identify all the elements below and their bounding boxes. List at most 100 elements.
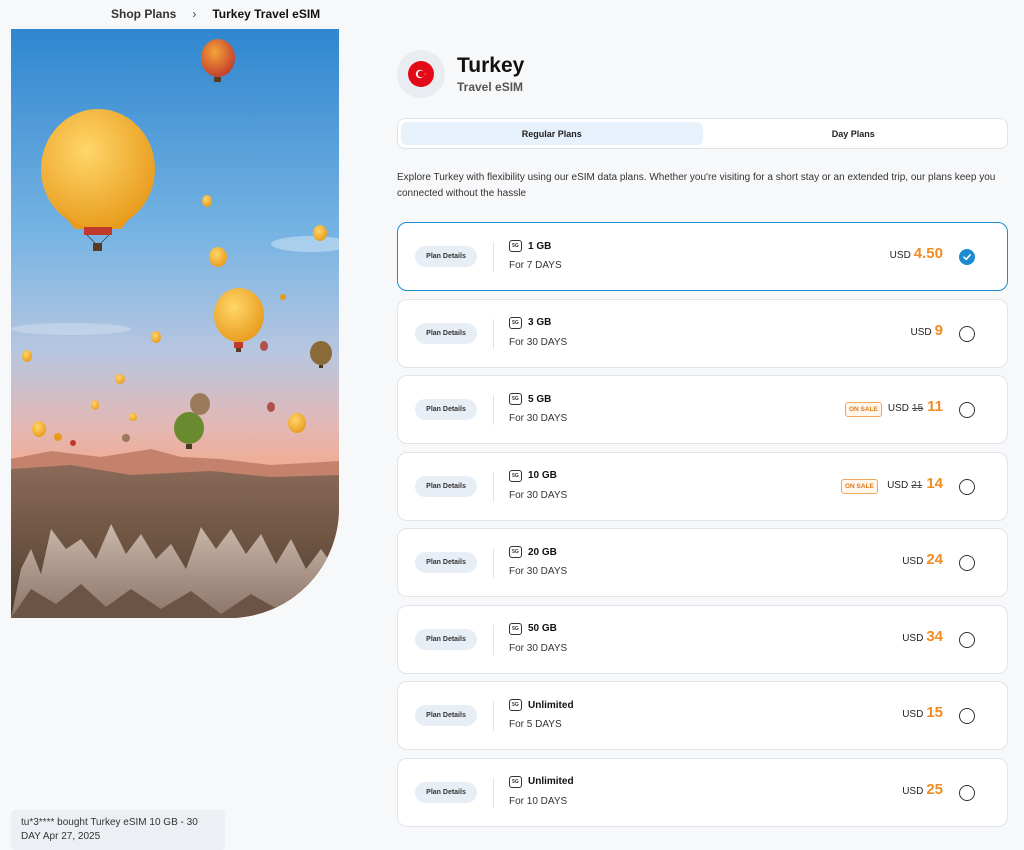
divider bbox=[493, 777, 494, 808]
page-title: Turkey bbox=[457, 54, 525, 77]
price-original: 15 bbox=[912, 403, 924, 414]
plan-duration: For 5 DAYS bbox=[509, 719, 562, 730]
plan-option[interactable]: Plan Details 5G 20 GB For 30 DAYS USD 24 bbox=[397, 528, 1008, 597]
plan-type-tabs: Regular Plans Day Plans bbox=[397, 118, 1008, 149]
plan-data-amount: 50 GB bbox=[528, 623, 557, 634]
price-amount: 4.50 bbox=[913, 245, 943, 262]
price-currency: USD bbox=[902, 556, 924, 567]
5g-icon: 5G bbox=[509, 393, 522, 405]
5g-icon: 5G bbox=[509, 469, 522, 482]
plan-header: Turkey Travel eSIM bbox=[397, 50, 524, 98]
plan-option[interactable]: Plan Details 5G 1 GB For 7 DAYS USD 4.50 bbox=[397, 222, 1008, 291]
price-currency: USD bbox=[889, 250, 911, 261]
plan-duration: For 30 DAYS bbox=[509, 566, 568, 577]
plan-radio[interactable] bbox=[959, 478, 975, 495]
plan-data-amount: Unlimited bbox=[528, 776, 574, 787]
plan-option[interactable]: Plan Details 5G Unlimited For 10 DAYS USD… bbox=[397, 757, 1008, 827]
plan-option[interactable]: Plan Details 5G 50 GB For 30 DAYS USD 34 bbox=[397, 604, 1008, 674]
plan-radio[interactable] bbox=[959, 325, 975, 342]
plan-radio[interactable] bbox=[959, 631, 975, 648]
5g-icon: 5G bbox=[509, 240, 522, 252]
tab-day-plans[interactable]: Day Plans bbox=[703, 122, 1005, 145]
plan-data-amount: 3 GB bbox=[528, 317, 552, 328]
plan-price: USD 25 bbox=[902, 781, 943, 798]
plan-radio[interactable] bbox=[959, 555, 975, 571]
price-currency: USD bbox=[910, 326, 932, 338]
breadcrumb-shop-plans[interactable]: Shop Plans bbox=[111, 7, 176, 21]
price-amount: 11 bbox=[927, 398, 943, 415]
plan-radio[interactable] bbox=[959, 784, 975, 801]
plans-description: Explore Turkey with flexibility using ou… bbox=[397, 172, 996, 199]
breadcrumb-current: Turkey Travel eSIM bbox=[212, 7, 321, 21]
plan-radio[interactable] bbox=[959, 708, 975, 724]
plan-data-amount: 1 GB bbox=[528, 240, 552, 252]
plan-price: USD 15 bbox=[902, 704, 943, 721]
plan-details-button[interactable]: Plan Details bbox=[415, 705, 477, 726]
price-original: 21 bbox=[911, 479, 923, 491]
check-icon bbox=[963, 254, 971, 261]
divider bbox=[493, 242, 494, 272]
plan-details-button[interactable]: Plan Details bbox=[415, 781, 477, 803]
5g-icon: 5G bbox=[509, 546, 522, 558]
plan-radio[interactable] bbox=[959, 402, 975, 418]
plan-price: USD 4.50 bbox=[890, 245, 943, 262]
plan-details-button[interactable]: Plan Details bbox=[415, 322, 477, 344]
price-amount: 25 bbox=[926, 780, 943, 798]
plan-duration: For 30 DAYS bbox=[509, 642, 568, 654]
plan-price: USD 9 bbox=[911, 322, 943, 339]
divider bbox=[493, 318, 494, 349]
plan-details-button[interactable]: Plan Details bbox=[415, 552, 477, 573]
plan-duration: For 7 DAYS bbox=[509, 260, 562, 271]
divider bbox=[493, 624, 494, 655]
turkey-flag-icon bbox=[408, 61, 434, 87]
chevron-right-icon: › bbox=[192, 7, 197, 21]
plan-price: USD 21 14 bbox=[887, 475, 943, 492]
plan-data-amount: Unlimited bbox=[528, 699, 574, 711]
price-currency: USD bbox=[902, 709, 924, 720]
plan-data-amount: 20 GB bbox=[528, 546, 557, 558]
divider bbox=[493, 701, 494, 731]
plan-radio-checked[interactable] bbox=[959, 249, 975, 265]
plan-option[interactable]: Plan Details 5G Unlimited For 5 DAYS USD … bbox=[397, 681, 1008, 750]
plan-duration: For 30 DAYS bbox=[509, 336, 568, 348]
plan-details-button[interactable]: Plan Details bbox=[415, 628, 477, 650]
5g-icon: 5G bbox=[509, 316, 522, 329]
recent-purchase-toast: tu*3**** bought Turkey eSIM 10 GB - 30 D… bbox=[11, 810, 225, 850]
plan-option[interactable]: Plan Details 5G 10 GB For 30 DAYS ON SALE… bbox=[397, 451, 1008, 521]
plan-list: Plan Details 5G 1 GB For 7 DAYS USD 4.50 … bbox=[397, 222, 1008, 834]
plan-duration: For 30 DAYS bbox=[509, 489, 568, 501]
divider bbox=[493, 548, 494, 578]
divider bbox=[493, 471, 494, 502]
5g-icon: 5G bbox=[509, 699, 522, 711]
tab-regular-plans[interactable]: Regular Plans bbox=[401, 122, 703, 145]
on-sale-badge: ON SALE bbox=[841, 478, 878, 494]
plan-data-amount: 10 GB bbox=[528, 470, 557, 481]
5g-icon: 5G bbox=[509, 622, 522, 635]
5g-icon: 5G bbox=[509, 775, 522, 788]
plan-price: USD 24 bbox=[902, 551, 943, 568]
price-currency: USD bbox=[887, 403, 910, 414]
price-amount: 24 bbox=[926, 551, 943, 568]
on-sale-badge: ON SALE bbox=[845, 402, 882, 417]
price-currency: USD bbox=[887, 479, 909, 491]
plan-option[interactable]: Plan Details 5G 3 GB For 30 DAYS USD 9 bbox=[397, 298, 1008, 368]
plan-details-button[interactable]: Plan Details bbox=[415, 399, 477, 420]
plan-details-button[interactable]: Plan Details bbox=[415, 475, 477, 497]
price-amount: 9 bbox=[934, 321, 943, 339]
plan-price: USD 15 11 bbox=[888, 398, 943, 415]
plan-details-button[interactable]: Plan Details bbox=[415, 246, 477, 267]
price-amount: 34 bbox=[926, 627, 943, 645]
price-currency: USD bbox=[902, 632, 924, 644]
price-amount: 15 bbox=[926, 704, 943, 721]
plan-data-amount: 5 GB bbox=[528, 393, 552, 405]
breadcrumb: Shop Plans › Turkey Travel eSIM bbox=[111, 7, 320, 21]
divider bbox=[493, 395, 494, 425]
plan-price: USD 34 bbox=[902, 628, 943, 645]
plan-duration: For 30 DAYS bbox=[509, 413, 568, 424]
price-currency: USD bbox=[902, 785, 924, 797]
hero-image bbox=[11, 29, 339, 618]
plan-option[interactable]: Plan Details 5G 5 GB For 30 DAYS ON SALE … bbox=[397, 375, 1008, 444]
page-subtitle: Travel eSIM bbox=[457, 80, 524, 94]
price-amount: 14 bbox=[926, 474, 943, 492]
flag-badge bbox=[397, 50, 445, 98]
